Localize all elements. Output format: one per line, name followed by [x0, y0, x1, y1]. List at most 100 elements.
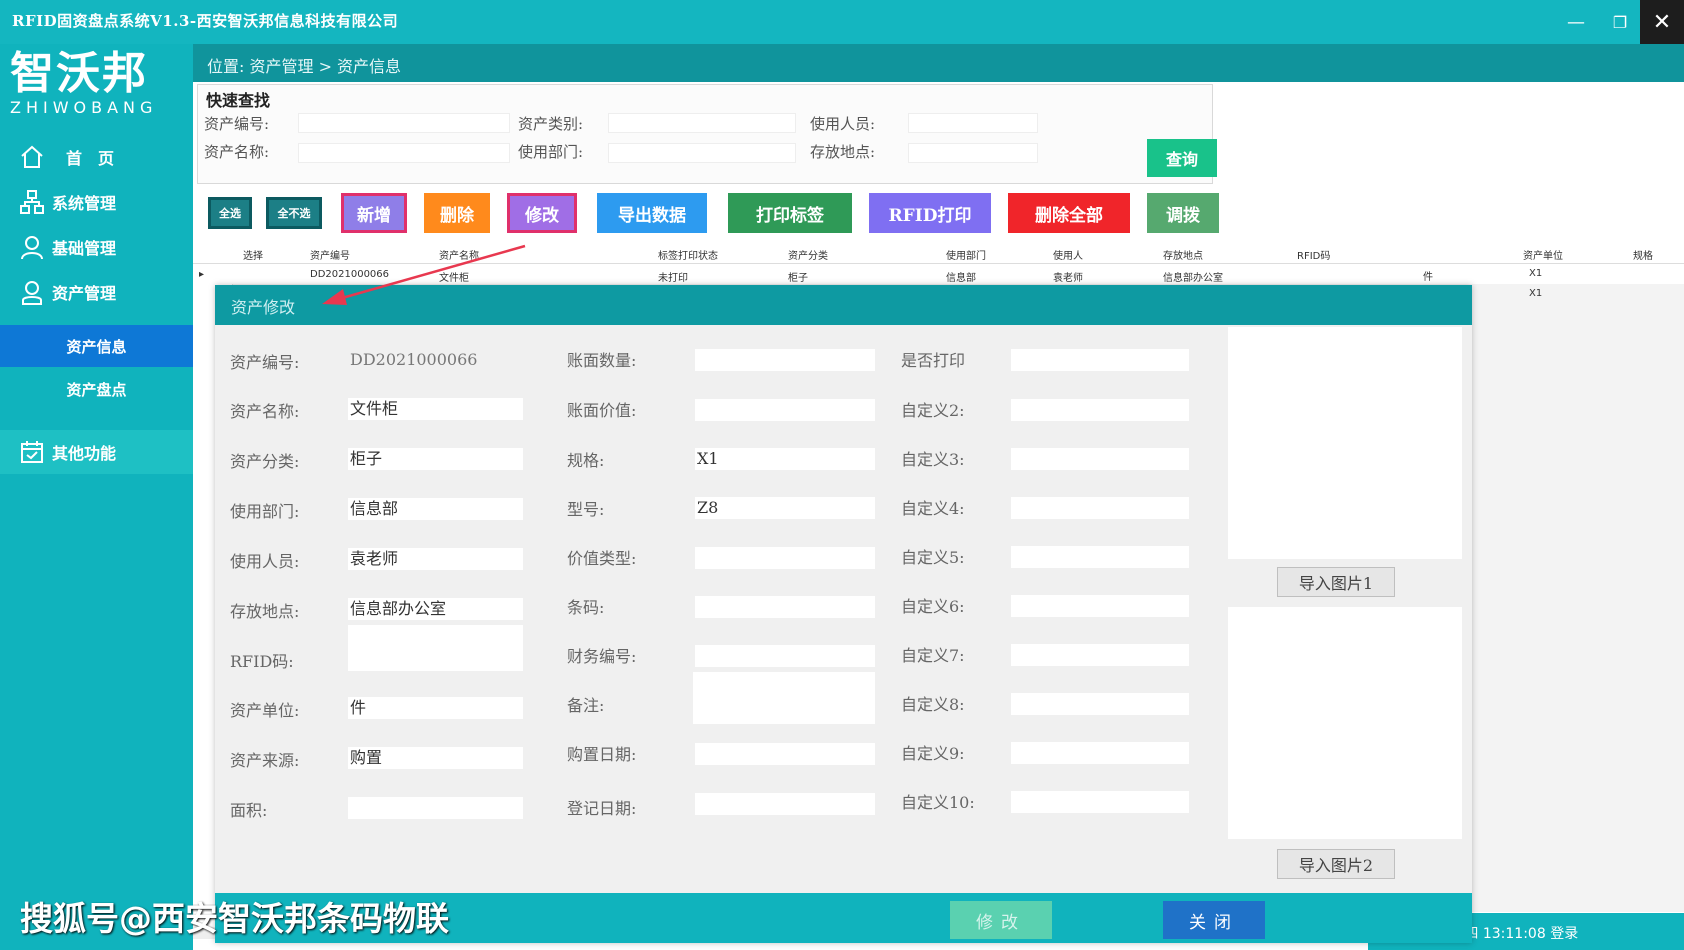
rfid-print-button[interactable]: RFID打印 [869, 193, 991, 233]
column-header[interactable]: 选择 [243, 247, 263, 262]
select-all-button[interactable]: 全选 [208, 197, 252, 229]
delete-button[interactable]: 删除 [424, 193, 490, 233]
sidebar-subitem-asset-inventory[interactable]: 资产盘点 [0, 368, 193, 410]
export-button[interactable]: 导出数据 [597, 193, 707, 233]
custom4-field[interactable] [1011, 497, 1189, 519]
query-button[interactable]: 查询 [1147, 139, 1217, 177]
column-header[interactable]: 使用部门 [946, 247, 986, 262]
barcode-field[interactable] [695, 596, 875, 618]
field-label: 型号: [567, 500, 605, 519]
sidebar-item-basic[interactable]: 基础管理 [0, 225, 193, 269]
custom9-field[interactable] [1011, 742, 1189, 764]
department-label: 使用部门: [518, 143, 584, 161]
value-type-field[interactable] [695, 547, 875, 569]
table-cell: 未打印 [658, 273, 688, 284]
select-none-button[interactable]: 全不选 [266, 197, 322, 229]
model-field[interactable]: Z8 [695, 497, 875, 519]
add-button[interactable]: 新增 [341, 193, 407, 233]
field-label: 自定义5: [901, 548, 965, 567]
column-header[interactable]: 资产单位 [1523, 247, 1563, 262]
column-header[interactable]: 规格 [1633, 247, 1653, 262]
delete-all-button[interactable]: 删除全部 [1008, 193, 1130, 233]
maximize-button[interactable]: ❐ [1598, 0, 1642, 44]
field-label: 使用部门: [230, 502, 300, 521]
book-quantity-field[interactable] [695, 349, 875, 371]
import-image2-button[interactable]: 导入图片2 [1277, 849, 1395, 879]
close-window-button[interactable]: ✕ [1640, 0, 1684, 44]
edit-button[interactable]: 修改 [507, 193, 577, 233]
title-bar: RFID固资盘点系统V1.3-西安智沃邦信息科技有限公司 — ❐ ✕ [0, 0, 1684, 44]
custom3-field[interactable] [1011, 448, 1189, 470]
book-value-field[interactable] [695, 399, 875, 421]
location-field[interactable]: 信息部办公室 [348, 598, 523, 620]
department-field[interactable]: 信息部 [348, 498, 523, 520]
column-header[interactable]: 资产分类 [788, 247, 828, 262]
field-label: 自定义8: [901, 695, 965, 714]
sidebar-item-label: 基础管理 [52, 239, 117, 258]
table-header: 选择 资产编号 资产名称 标签打印状态 资产分类 使用部门 使用人 存放地点 R… [193, 242, 1684, 264]
transfer-button[interactable]: 调拨 [1147, 193, 1219, 233]
sidebar-item-label: 资产管理 [52, 284, 117, 303]
asset-name-input[interactable] [298, 143, 510, 163]
field-label: 面积: [230, 801, 268, 820]
column-header[interactable]: 存放地点 [1163, 247, 1203, 262]
user-input[interactable] [908, 113, 1038, 133]
spec-field[interactable]: X1 [695, 448, 875, 470]
table-cell: 信息部 [946, 273, 976, 284]
location-input[interactable] [908, 143, 1038, 163]
spec-cell: X1 [1529, 288, 1543, 299]
field-label: 自定义2: [901, 401, 965, 420]
close-dialog-button[interactable]: 关闭 [1163, 901, 1265, 939]
minimize-button[interactable]: — [1554, 0, 1598, 44]
sidebar-item-other[interactable]: 其他功能 [0, 430, 193, 474]
asset-category-label: 资产类别: [518, 115, 584, 133]
user-field[interactable]: 袁老师 [348, 548, 523, 570]
sidebar-item-home[interactable]: 首 页 [0, 135, 193, 179]
asset-unit-field[interactable]: 件 [348, 697, 523, 719]
column-header[interactable]: 资产名称 [439, 247, 479, 262]
save-edit-button[interactable]: 修改 [950, 901, 1052, 939]
home-icon [18, 143, 46, 171]
field-label: 自定义6: [901, 597, 965, 616]
department-input[interactable] [608, 143, 796, 163]
custom8-field[interactable] [1011, 693, 1189, 715]
area-field[interactable] [348, 797, 523, 819]
restore-icon: ❐ [1612, 12, 1628, 32]
asset-category-input[interactable] [608, 113, 796, 133]
sidebar: 智沃邦 ZHIWOBANG 首 页 系统管理 基础管理 资产管理 资产信息 资产… [0, 44, 193, 950]
asset-source-field[interactable]: 购置 [348, 747, 523, 769]
column-header[interactable]: RFID码 [1297, 247, 1330, 262]
asset-category-field[interactable]: 柜子 [348, 448, 523, 470]
column-header[interactable]: 资产编号 [310, 247, 350, 262]
column-header[interactable]: 使用人 [1053, 247, 1083, 262]
asset-no-input[interactable] [298, 113, 510, 133]
sidebar-item-assets[interactable]: 资产管理 [0, 270, 193, 314]
logo: 智沃邦 ZHIWOBANG [10, 48, 157, 117]
register-date-field[interactable] [695, 793, 875, 815]
custom5-field[interactable] [1011, 546, 1189, 568]
quick-search-panel: 快速查找 资产编号: 资产类别: 使用人员: 资产名称: 使用部门: 存放地点: [197, 84, 1213, 184]
column-header[interactable]: 标签打印状态 [658, 247, 718, 262]
finance-no-field[interactable] [695, 645, 875, 667]
sidebar-subitem-label: 资产盘点 [66, 380, 127, 399]
print-label-button[interactable]: 打印标签 [728, 193, 852, 233]
is-printed-field[interactable] [1011, 349, 1189, 371]
custom7-field[interactable] [1011, 644, 1189, 666]
asset-name-field[interactable]: 文件柜 [348, 398, 523, 420]
purchase-date-field[interactable] [695, 743, 875, 765]
custom6-field[interactable] [1011, 595, 1189, 617]
field-label: 自定义7: [901, 646, 965, 665]
table-cell: 信息部办公室 [1163, 273, 1223, 284]
field-label: 价值类型: [567, 549, 637, 568]
custom2-field[interactable] [1011, 399, 1189, 421]
remarks-field[interactable] [693, 672, 875, 724]
field-label: 条码: [567, 598, 605, 617]
table-row[interactable]: ▸ DD2021000066 文件柜 未打印 柜子 信息部 袁老师 信息部办公室 [193, 264, 1684, 284]
sidebar-subitem-asset-info[interactable]: 资产信息 [0, 325, 193, 367]
custom10-field[interactable] [1011, 791, 1189, 813]
field-label: RFID码: [230, 652, 294, 671]
sitemap-icon [18, 188, 46, 216]
rfid-code-field[interactable] [348, 625, 523, 671]
import-image1-button[interactable]: 导入图片1 [1277, 567, 1395, 597]
sidebar-item-system[interactable]: 系统管理 [0, 180, 193, 224]
